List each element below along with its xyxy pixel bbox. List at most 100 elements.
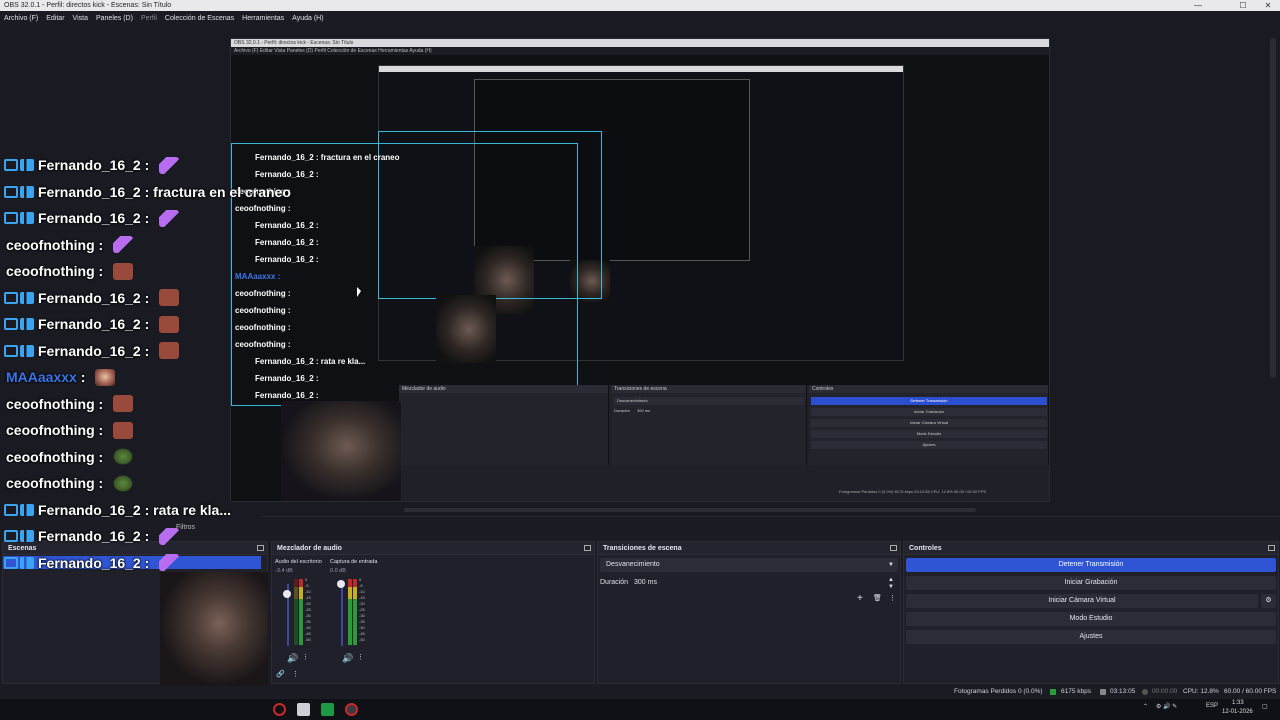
menu-herramientas[interactable]: Herramientas	[242, 15, 284, 22]
mixer-menu-icon[interactable]: ⋮	[292, 668, 299, 682]
speaker-icon[interactable]: 🔊	[287, 651, 298, 665]
audio-level-meter	[353, 579, 357, 645]
chat-message: ceoofnothing :	[0, 470, 300, 497]
sub-badge-icon	[20, 530, 34, 543]
excel-icon[interactable]	[321, 703, 334, 716]
volume-fader[interactable]	[341, 584, 343, 646]
start-virtual-camera-button[interactable]: Iniciar Cámara Virtual	[906, 594, 1258, 608]
undock-icon[interactable]	[890, 545, 897, 551]
opera-icon[interactable]	[273, 703, 286, 716]
nested-virtual-cam: Iniciar Cámara Virtual	[811, 419, 1047, 427]
minimize-button[interactable]: —	[1186, 0, 1210, 11]
undock-icon[interactable]	[584, 545, 591, 551]
chat-message: MAAaaxxx :	[0, 364, 300, 391]
duration-value: 300 ms	[634, 579, 657, 586]
emote-icon	[159, 156, 180, 174]
clock-time[interactable]: 1:33	[1232, 700, 1244, 706]
webcam-feed-nested	[436, 295, 496, 363]
studio-mode-button[interactable]: Modo Estudio	[906, 612, 1276, 626]
transition-menu-button[interactable]: ⋮	[889, 592, 896, 606]
menu-ayuda[interactable]: Ayuda (H)	[292, 15, 323, 22]
menu-editar[interactable]: Editar	[46, 15, 64, 22]
chevron-up-icon[interactable]: ⌃	[1143, 703, 1148, 710]
chat-separator: :	[140, 316, 154, 333]
verified-badge-icon	[4, 185, 18, 198]
chat-overlay: Fernando_16_2 : Fernando_16_2 : fractura…	[0, 152, 300, 576]
tray-icons[interactable]: ⚙ 🔊 ✎	[1156, 703, 1177, 710]
chat-separator: :	[94, 236, 108, 253]
emote-icon	[113, 395, 134, 413]
menu-perfil[interactable]: Perfil	[141, 15, 157, 22]
speaker-icon[interactable]: 🔊	[342, 651, 353, 665]
remove-transition-button[interactable]: 🗑	[873, 592, 882, 606]
preview-canvas[interactable]: OBS 32.0.1 - Perfil: directos kick - Esc…	[230, 38, 1050, 502]
chat-message: Fernando_16_2 :	[0, 523, 300, 550]
obs-icon[interactable]	[345, 703, 358, 716]
verified-badge-icon	[4, 530, 18, 543]
preview-vertical-scrollbar[interactable]	[1270, 38, 1276, 378]
menu-vista[interactable]: Vista	[73, 15, 88, 22]
verified-badge-icon	[4, 503, 18, 516]
chat-separator: :	[76, 369, 90, 386]
nested-mixer-panel: Mezclador de audio	[399, 385, 609, 465]
emote-icon	[159, 527, 180, 545]
chat-username: ceoofnothing	[6, 395, 95, 412]
maximize-button[interactable]: ☐	[1231, 0, 1255, 11]
chat-message: ceoofnothing :	[0, 444, 300, 471]
chat-username: ceoofnothing	[6, 236, 95, 253]
chat-username: MAAaaxxx	[6, 369, 77, 386]
chat-message: Fernando_16_2 :	[0, 285, 300, 312]
emote-icon	[113, 236, 134, 254]
sub-badge-icon	[20, 503, 34, 516]
transition-select[interactable]: Desvanecimiento ▼	[600, 558, 898, 572]
start-recording-button[interactable]: Iniciar Grabación	[906, 576, 1276, 590]
chat-separator: :	[140, 210, 154, 227]
channel-menu-icon[interactable]: ⋮	[357, 651, 364, 665]
chat-message: ceoofnothing :	[0, 258, 300, 285]
chat-username: Fernando_16_2	[38, 554, 141, 571]
chat-username: Fernando_16_2	[38, 210, 141, 227]
menu-archivo[interactable]: Archivo (F)	[4, 15, 38, 22]
channel-menu-icon[interactable]: ⋮	[302, 651, 309, 665]
verified-badge-icon	[4, 291, 18, 304]
chevron-down-icon: ▼	[888, 562, 894, 568]
menu-coleccion[interactable]: Colección de Escenas	[165, 15, 234, 22]
sub-badge-icon	[20, 212, 34, 225]
add-transition-button[interactable]: +	[857, 592, 863, 606]
chat-text: rata re kla...	[153, 501, 231, 518]
language-indicator[interactable]: ESP	[1206, 703, 1218, 709]
stream-icon	[1100, 689, 1106, 695]
mouse-cursor-icon	[357, 287, 361, 297]
emote-icon	[159, 554, 180, 572]
audio-level-meter	[348, 579, 352, 645]
chat-text: fractura en el craneo	[153, 183, 291, 200]
chat-message: Fernando_16_2 : fractura en el craneo	[0, 179, 300, 206]
preview-horizontal-scrollbar[interactable]	[404, 508, 976, 512]
file-explorer-icon[interactable]	[297, 703, 310, 716]
sub-badge-icon	[20, 344, 34, 357]
clock-date[interactable]: 12-01-2026	[1222, 709, 1253, 715]
duration-input[interactable]: 300 ms ▲ ▼	[630, 576, 898, 590]
emote-icon	[113, 448, 134, 466]
undock-icon[interactable]	[1268, 545, 1275, 551]
sub-badge-icon	[20, 159, 34, 172]
chat-username: ceoofnothing	[6, 263, 95, 280]
notification-icon[interactable]: ▢	[1262, 703, 1268, 710]
link-icon[interactable]: 🔗	[276, 668, 285, 682]
nested-stop-stream: Detener Transmisión	[910, 398, 948, 403]
chat-message: Fernando_16_2 :	[0, 550, 300, 577]
volume-fader-knob[interactable]	[283, 590, 291, 598]
nested-menu-bar: Archivo (F) Editar Vista Paneles (D) Per…	[231, 47, 1049, 55]
volume-fader-knob[interactable]	[337, 580, 345, 588]
stop-streaming-button[interactable]: Detener Transmisión	[906, 558, 1276, 572]
settings-button[interactable]: Ajustes	[906, 630, 1276, 644]
sub-badge-icon	[20, 318, 34, 331]
menu-paneles[interactable]: Paneles (D)	[96, 15, 133, 22]
window-title: OBS 32.0.1 - Perfil: directos kick - Esc…	[4, 2, 172, 9]
chat-separator: :	[140, 183, 154, 200]
chat-separator: :	[140, 528, 154, 545]
gear-icon[interactable]: ⚙	[1261, 594, 1276, 608]
sub-badge-icon	[20, 556, 34, 569]
close-button[interactable]: ✕	[1256, 0, 1280, 11]
chat-separator: :	[94, 395, 108, 412]
